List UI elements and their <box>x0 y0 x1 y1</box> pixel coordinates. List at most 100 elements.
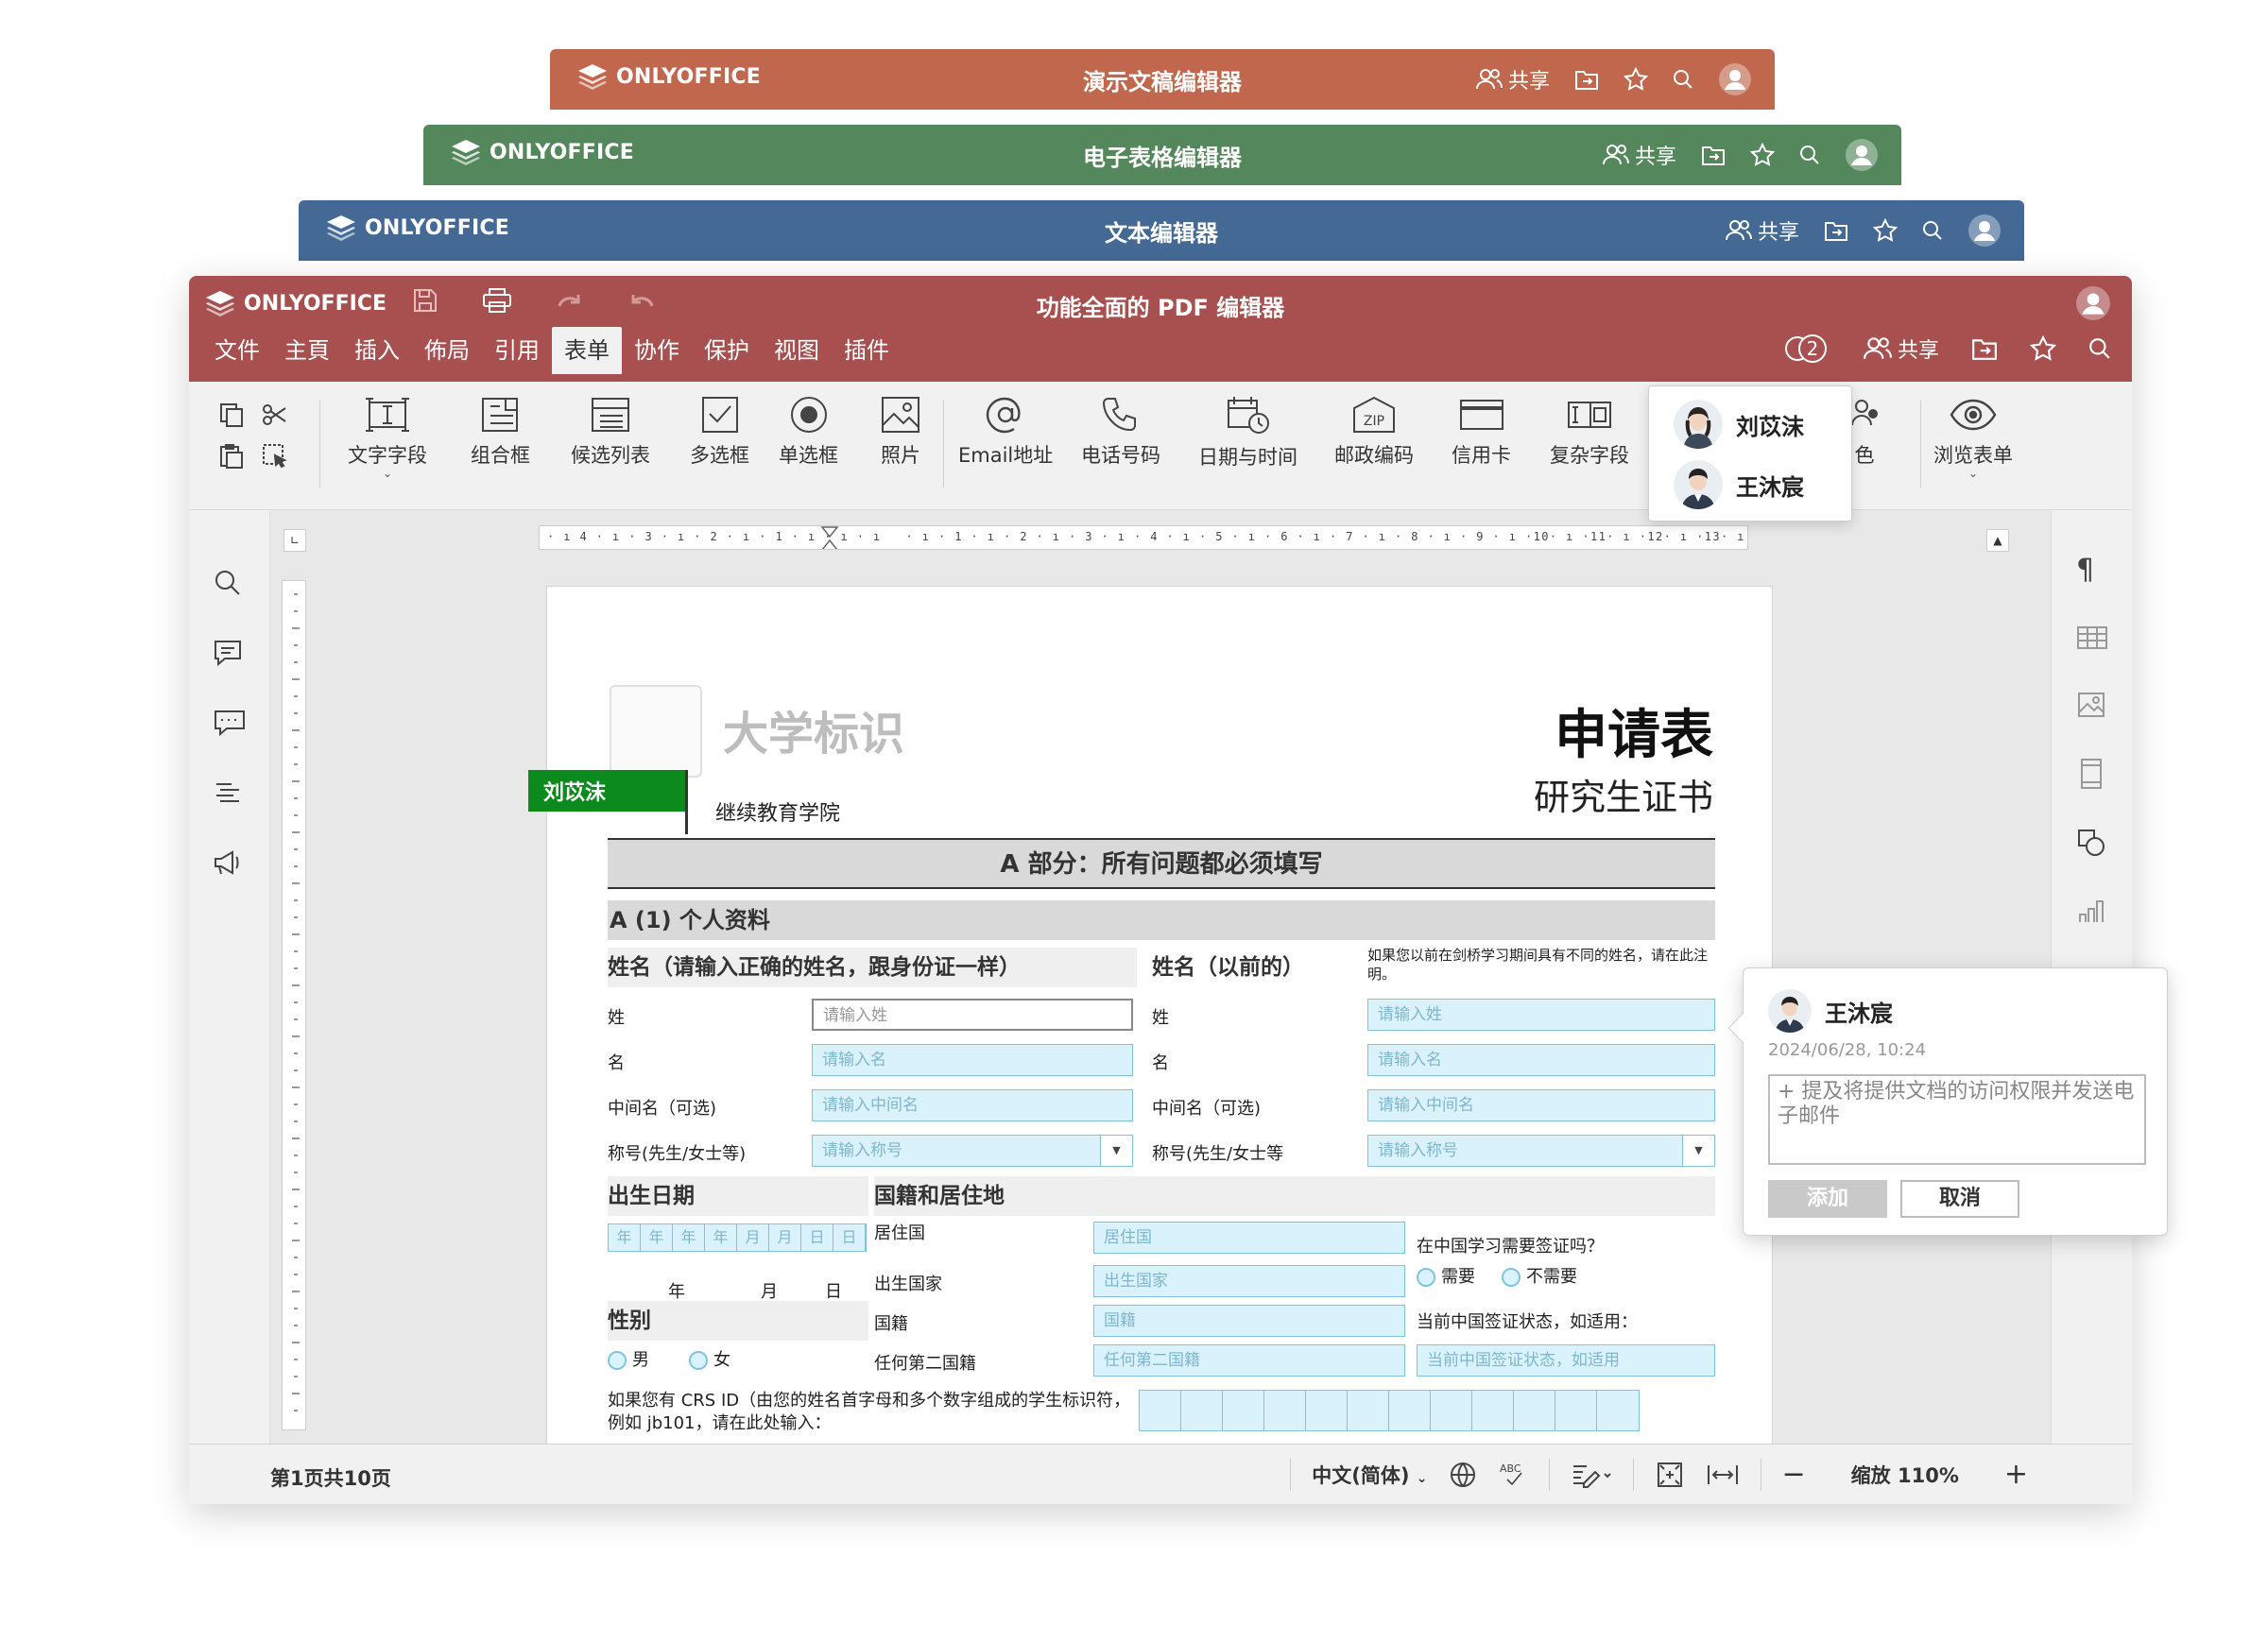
crs-cell[interactable] <box>1306 1391 1348 1430</box>
ruler-toggle-up-icon[interactable]: ▲ <box>1986 529 2009 552</box>
star-icon[interactable] <box>1873 218 1898 243</box>
birth-country-input[interactable]: 出生国家 <box>1093 1265 1405 1297</box>
horizontal-ruler[interactable]: · ı 4 · ı · 3 · ı · 2 · ı · 1 · ı · ı · … <box>539 525 1748 550</box>
chevron-down-icon[interactable]: ▼ <box>1682 1136 1714 1166</box>
page-counter[interactable]: 第1页共10页 <box>270 1463 391 1492</box>
checkbox-button[interactable]: 多选框 <box>690 395 749 469</box>
indent-marker-icon[interactable] <box>819 526 840 550</box>
headings-icon[interactable] <box>212 777 244 809</box>
chevron-down-icon[interactable]: ▼ <box>1100 1136 1132 1166</box>
manage-roles-button[interactable]: 色 <box>1848 395 1881 469</box>
cut-icon[interactable] <box>253 401 297 429</box>
crs-cell[interactable] <box>1181 1391 1223 1430</box>
coauthors-button[interactable]: 2 <box>1784 333 1831 365</box>
chat-icon[interactable] <box>212 707 248 739</box>
redo-icon[interactable] <box>556 287 584 314</box>
search-icon[interactable] <box>1799 145 1820 165</box>
dob-year-cell[interactable]: 年 <box>609 1224 641 1251</box>
dob-year-cell[interactable]: 年 <box>641 1224 673 1251</box>
dob-year-cell[interactable]: 年 <box>705 1224 737 1251</box>
star-icon[interactable] <box>2030 335 2056 362</box>
fit-page-icon[interactable] <box>1655 1461 1685 1489</box>
coauthor-item[interactable]: 刘苡沫 <box>1674 400 1804 449</box>
tab-insert[interactable]: 插入 <box>342 327 412 374</box>
text-field-button[interactable]: 文字字段 ⌄ <box>348 395 427 479</box>
radio-button-button[interactable]: 单选框 <box>779 395 838 469</box>
crs-cell[interactable] <box>1140 1391 1181 1430</box>
crs-cell[interactable] <box>1555 1391 1597 1430</box>
tab-collaboration[interactable]: 协作 <box>622 327 692 374</box>
crs-cell[interactable] <box>1223 1391 1264 1430</box>
user-avatar-icon[interactable] <box>2075 285 2111 321</box>
given-name-input[interactable]: 请输入名 <box>812 1044 1133 1076</box>
crs-cell[interactable] <box>1264 1391 1306 1430</box>
image-icon[interactable] <box>2076 690 2106 720</box>
radio-icon[interactable] <box>689 1351 708 1370</box>
prev-surname-input[interactable]: 请输入姓 <box>1367 999 1715 1031</box>
combo-box-button[interactable]: 组合框 <box>471 395 530 469</box>
user-avatar-icon[interactable] <box>1718 62 1752 96</box>
nationality-input[interactable]: 国籍 <box>1093 1305 1405 1337</box>
track-changes-icon[interactable] <box>1571 1461 1612 1489</box>
globe-icon[interactable] <box>1449 1461 1477 1489</box>
tab-stop-selector[interactable]: ∟ <box>284 529 306 552</box>
crs-cell[interactable] <box>1348 1391 1389 1430</box>
share-button[interactable]: 共享 <box>1602 140 1676 170</box>
share-button[interactable]: 共享 <box>1725 215 1799 246</box>
dob-day-cell[interactable]: 日 <box>801 1224 833 1251</box>
shape-icon[interactable] <box>2076 828 2106 858</box>
residence-input[interactable]: 居住国 <box>1093 1222 1405 1254</box>
search-icon[interactable] <box>2088 337 2111 360</box>
coauthor-item[interactable]: 王沐宸 <box>1674 460 1804 509</box>
tab-protection[interactable]: 保护 <box>692 327 762 374</box>
star-icon[interactable] <box>1750 143 1775 167</box>
print-icon[interactable] <box>482 287 512 314</box>
search-icon[interactable] <box>212 567 244 599</box>
tab-layout[interactable]: 佈局 <box>412 327 482 374</box>
gender-female-option[interactable]: 女 <box>689 1346 730 1371</box>
university-logo-placeholder[interactable] <box>610 685 702 778</box>
zoom-out-icon[interactable]: − <box>1782 1458 1806 1491</box>
comment-textarea[interactable]: + 提及将提供文档的访问权限并发送电子邮件 <box>1768 1074 2146 1165</box>
crs-cell[interactable] <box>1597 1391 1639 1430</box>
dropdown-list-button[interactable]: 候选列表 <box>571 395 650 469</box>
open-location-icon[interactable] <box>1824 219 1848 242</box>
radio-icon[interactable] <box>608 1351 627 1370</box>
visa-status-input[interactable]: 当前中国签证状态，如适用 <box>1417 1344 1715 1377</box>
gender-male-option[interactable]: 男 <box>608 1346 649 1371</box>
paste-icon[interactable] <box>210 442 253 470</box>
fit-width-icon[interactable] <box>1706 1461 1740 1489</box>
tab-file[interactable]: 文件 <box>202 327 272 374</box>
table-icon[interactable] <box>2076 624 2108 652</box>
dob-year-cell[interactable]: 年 <box>673 1224 705 1251</box>
star-icon[interactable] <box>1624 67 1648 92</box>
prev-given-name-input[interactable]: 请输入名 <box>1367 1044 1715 1076</box>
dob-input[interactable]: 年年年年月月日日 <box>608 1223 867 1252</box>
dob-month-cell[interactable]: 月 <box>737 1224 769 1251</box>
crs-cell[interactable] <box>1431 1391 1472 1430</box>
radio-icon[interactable] <box>1502 1268 1521 1287</box>
share-button[interactable]: 共享 <box>1863 334 1939 364</box>
copy-icon[interactable] <box>210 401 253 429</box>
chart-icon[interactable] <box>2076 896 2106 926</box>
comment-icon[interactable] <box>212 637 244 669</box>
user-avatar-icon[interactable] <box>1967 214 2002 248</box>
visa-no-option[interactable]: 不需要 <box>1502 1263 1577 1288</box>
open-location-icon[interactable] <box>1971 336 1998 361</box>
image-field-button[interactable]: 照片 <box>879 395 922 469</box>
save-icon[interactable] <box>412 287 438 314</box>
surname-input[interactable]: 请输入姓 <box>812 999 1133 1031</box>
dob-month-cell[interactable]: 月 <box>769 1224 801 1251</box>
tab-plugins[interactable]: 插件 <box>832 327 902 374</box>
search-icon[interactable] <box>1922 220 1943 241</box>
header-footer-icon[interactable] <box>2076 758 2106 790</box>
second-nationality-input[interactable]: 任何第二国籍 <box>1093 1344 1405 1377</box>
add-comment-button[interactable]: 添加 <box>1768 1180 1887 1218</box>
share-button[interactable]: 共享 <box>1475 64 1550 94</box>
zoom-in-icon[interactable]: + <box>2004 1458 2028 1491</box>
prev-middle-name-input[interactable]: 请输入中间名 <box>1367 1089 1715 1121</box>
open-location-icon[interactable] <box>1574 68 1599 91</box>
zip-code-button[interactable]: ZIP 邮政编码 <box>1334 395 1414 469</box>
undo-icon[interactable] <box>627 287 656 314</box>
vertical-ruler[interactable] <box>282 580 306 1430</box>
